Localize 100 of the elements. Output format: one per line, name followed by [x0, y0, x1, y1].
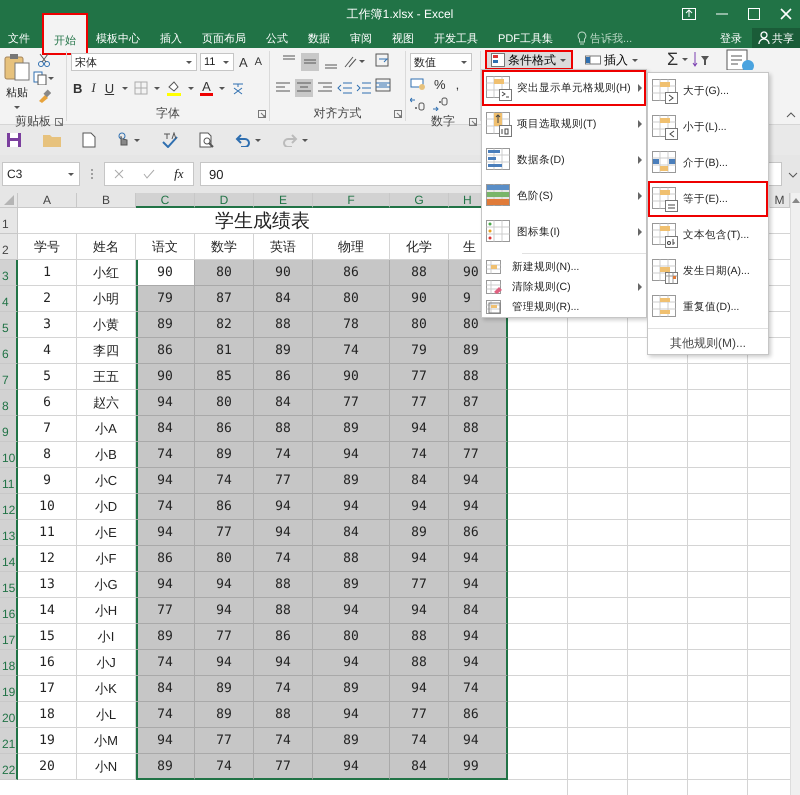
column-header[interactable]: B — [77, 193, 136, 208]
column-header[interactable]: D — [195, 193, 254, 208]
ribbon-tab[interactable]: 审阅 — [340, 28, 382, 48]
menu-item[interactable]: 发生日期(A)... — [648, 253, 768, 289]
scroll-up-icon[interactable] — [792, 197, 800, 203]
scissors-icon[interactable] — [37, 53, 51, 67]
column-header[interactable]: E — [254, 193, 313, 208]
row-header[interactable]: 19 — [0, 676, 18, 702]
caret-icon[interactable] — [185, 58, 193, 66]
caret-icon[interactable] — [460, 58, 468, 66]
sign-in-link[interactable]: 登录 — [710, 28, 752, 48]
row-header[interactable]: 6 — [0, 338, 18, 364]
caret-icon[interactable] — [67, 170, 75, 178]
shrink-font-button[interactable]: A — [252, 53, 264, 71]
row-header[interactable]: 13 — [0, 520, 18, 546]
row-header[interactable]: 20 — [0, 702, 18, 728]
ribbon-display-icon[interactable] — [682, 8, 696, 20]
ribbon-tab[interactable]: 视图 — [382, 28, 424, 48]
increase-decimal-icon[interactable] — [410, 97, 426, 111]
row-header[interactable]: 11 — [0, 468, 18, 494]
new-document-icon[interactable] — [82, 132, 96, 148]
percent-button[interactable]: % — [432, 75, 448, 93]
menu-item[interactable]: 重复值(D)... — [648, 289, 768, 325]
grow-font-button[interactable]: A — [237, 53, 250, 71]
caret-icon[interactable] — [222, 58, 230, 66]
ribbon-tab[interactable]: 公式 — [256, 28, 298, 48]
row-header[interactable]: 14 — [0, 546, 18, 572]
spelling-icon[interactable] — [161, 132, 179, 148]
row-header[interactable]: 1 — [0, 208, 18, 234]
increase-indent-icon[interactable] — [356, 80, 372, 96]
menu-item[interactable]: 介于(B)... — [648, 145, 768, 181]
ribbon-tab[interactable]: 开发工具 — [424, 28, 488, 48]
dialog-launcher-icon[interactable] — [258, 110, 266, 118]
decrease-decimal-icon[interactable] — [432, 97, 448, 111]
checkmark-icon[interactable] — [143, 169, 156, 179]
ribbon-tab[interactable]: PDF工具集 — [488, 28, 563, 48]
ribbon-tab[interactable]: 数据 — [298, 28, 340, 48]
caret-icon[interactable] — [301, 136, 309, 144]
middle-align-icon[interactable] — [300, 53, 318, 71]
caret-icon[interactable] — [218, 84, 226, 92]
italic-button[interactable]: I — [89, 79, 98, 97]
row-header[interactable]: 17 — [0, 624, 18, 650]
menu-item[interactable]: 项目选取规则(T) — [482, 106, 646, 142]
phonetic-icon[interactable] — [230, 81, 245, 95]
row-header[interactable]: 10 — [0, 442, 18, 468]
accounting-icon[interactable] — [410, 77, 426, 91]
row-header[interactable]: 16 — [0, 598, 18, 624]
row-header[interactable]: 15 — [0, 572, 18, 598]
row-header[interactable]: 12 — [0, 494, 18, 520]
vertical-scrollbar[interactable] — [790, 193, 800, 795]
ribbon-tab[interactable]: 开始 — [44, 15, 86, 53]
caret-icon[interactable] — [133, 136, 141, 144]
touch-icon[interactable] — [116, 132, 130, 148]
undo-icon[interactable] — [235, 133, 251, 147]
copy-icon[interactable] — [33, 71, 55, 85]
underline-button[interactable]: U — [102, 79, 116, 97]
maximize-icon[interactable] — [748, 8, 760, 20]
menu-item[interactable]: 大于(G)... — [648, 73, 768, 109]
paste-label[interactable]: 粘贴 — [6, 85, 28, 100]
wrap-text-icon[interactable] — [375, 53, 391, 69]
font-size-field[interactable]: 11 — [200, 53, 234, 71]
row-header[interactable]: 8 — [0, 390, 18, 416]
row-header[interactable]: 3 — [0, 260, 18, 286]
save-icon[interactable] — [6, 132, 22, 148]
caret-icon[interactable] — [254, 136, 262, 144]
row-header[interactable]: 21 — [0, 728, 18, 754]
find-icon[interactable] — [726, 48, 754, 70]
number-format-field[interactable]: 数值 — [410, 53, 472, 71]
column-header[interactable]: A — [18, 193, 77, 208]
ribbon-tab[interactable]: 插入 — [150, 28, 192, 48]
share-button[interactable]: 共享 — [752, 28, 800, 48]
row-header[interactable]: 2 — [0, 234, 18, 260]
dialog-launcher-icon[interactable] — [469, 118, 477, 126]
collapse-ribbon-icon[interactable] — [786, 112, 796, 118]
menu-item[interactable]: 小于(L)... — [648, 109, 768, 145]
menu-item[interactable]: 文本包含(T)... — [648, 217, 768, 253]
row-header[interactable]: 7 — [0, 364, 18, 390]
align-center-icon[interactable] — [295, 79, 313, 97]
fill-color-icon[interactable] — [166, 80, 182, 96]
row-header[interactable]: 9 — [0, 416, 18, 442]
ribbon-tab[interactable]: 页面布局 — [192, 28, 256, 48]
row-header[interactable]: 5 — [0, 312, 18, 338]
orientation-icon[interactable] — [342, 54, 366, 70]
search-field[interactable]: 告诉我... — [590, 30, 632, 46]
menu-item[interactable]: 其他规则(M)... — [648, 332, 768, 354]
row-header[interactable]: 22 — [0, 754, 18, 780]
decrease-indent-icon[interactable] — [337, 80, 353, 96]
column-header[interactable]: C — [136, 193, 195, 208]
expand-formula-icon[interactable] — [788, 172, 798, 178]
ribbon-tab[interactable]: 模板中心 — [86, 28, 150, 48]
row-header[interactable]: 18 — [0, 650, 18, 676]
caret-icon[interactable] — [681, 56, 690, 62]
paste-icon[interactable] — [4, 53, 30, 81]
bold-button[interactable]: B — [71, 79, 84, 97]
caret-icon[interactable] — [153, 84, 162, 92]
name-box[interactable]: C3 — [2, 162, 80, 186]
print-preview-icon[interactable] — [199, 132, 215, 148]
font-name-field[interactable]: 宋体 — [71, 53, 197, 71]
column-header[interactable]: F — [313, 193, 390, 208]
lightbulb-icon[interactable] — [577, 31, 587, 45]
